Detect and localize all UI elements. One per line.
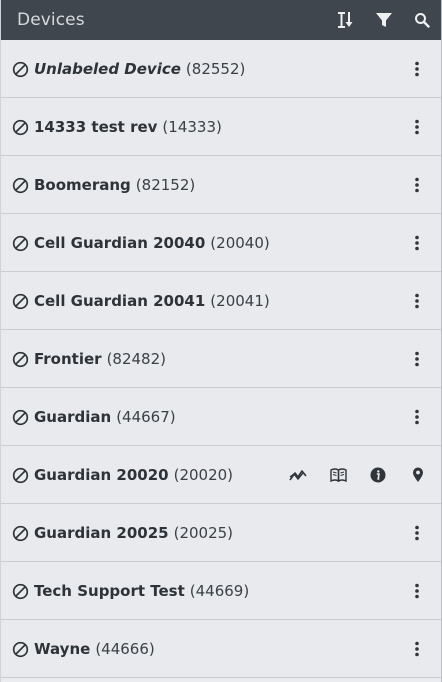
kebab-menu-icon: [415, 177, 419, 193]
more-options-button[interactable]: [407, 405, 427, 429]
device-list: Unlabeled Device (82552) 14333 test rev (14…: [1, 40, 441, 678]
device-row[interactable]: 14333 test rev (14333): [1, 98, 441, 156]
disabled-status-icon: [12, 235, 29, 252]
device-label: Wayne (44666): [34, 620, 155, 678]
device-name: Tech Support Test: [34, 582, 185, 600]
device-label: Guardian 20025 (20025): [34, 504, 233, 562]
info-icon: [370, 467, 386, 483]
device-row[interactable]: Unlabeled Device (82552): [1, 40, 441, 98]
chart-button[interactable]: [286, 463, 310, 487]
location-button[interactable]: [406, 463, 430, 487]
kebab-menu-icon: [415, 119, 419, 135]
logbook-button[interactable]: [326, 463, 350, 487]
info-button[interactable]: [366, 463, 390, 487]
sort-button[interactable]: [327, 0, 365, 40]
disabled-status-icon: [12, 351, 29, 368]
device-name: Guardian 20020: [34, 466, 169, 484]
device-label: Cell Guardian 20041 (20041): [34, 272, 270, 330]
device-label: Guardian 20020 (20020): [34, 446, 233, 504]
device-name: Unlabeled Device: [34, 60, 181, 78]
kebab-menu-icon: [415, 583, 419, 599]
device-name: 14333 test rev: [34, 118, 158, 136]
disabled-status-icon: [12, 177, 29, 194]
sort-icon: [338, 12, 353, 28]
device-id: (82552): [185, 60, 246, 78]
device-row[interactable]: Boomerang (82152): [1, 156, 441, 214]
kebab-menu-icon: [415, 409, 419, 425]
device-id: (20041): [210, 292, 270, 310]
device-label: Cell Guardian 20040 (20040): [34, 214, 270, 272]
device-id: (20040): [210, 234, 270, 252]
device-row[interactable]: Guardian (44667): [1, 388, 441, 446]
device-id: (82152): [135, 176, 196, 194]
device-label: Tech Support Test (44669): [34, 562, 249, 620]
device-name: Frontier: [34, 350, 102, 368]
device-label: Unlabeled Device (82552): [34, 40, 245, 98]
kebab-menu-icon: [415, 235, 419, 251]
chart-icon: [289, 470, 307, 481]
more-options-button[interactable]: [407, 173, 427, 197]
more-options-button[interactable]: [407, 115, 427, 139]
device-id: (82482): [106, 350, 166, 368]
more-options-button[interactable]: [407, 347, 427, 371]
disabled-status-icon: [12, 641, 29, 658]
devices-header: Devices: [1, 0, 441, 40]
kebab-menu-icon: [415, 525, 419, 541]
devices-panel: Devices Unlabeled Device (82552) 14333 t…: [0, 0, 442, 682]
kebab-menu-icon: [415, 351, 419, 367]
device-label: Boomerang (82152): [34, 156, 195, 214]
device-name: Cell Guardian 20041: [34, 292, 206, 310]
disabled-status-icon: [12, 119, 29, 136]
device-label: Guardian (44667): [34, 388, 176, 446]
device-row[interactable]: Guardian 20020 (20020): [1, 446, 441, 504]
device-id: (44667): [116, 408, 176, 426]
header-title: Devices: [17, 10, 85, 30]
device-row[interactable]: Frontier (82482): [1, 330, 441, 388]
device-name: Cell Guardian 20040: [34, 234, 206, 252]
more-options-button[interactable]: [407, 231, 427, 255]
device-label: Frontier (82482): [34, 330, 166, 388]
device-label: 14333 test rev (14333): [34, 98, 222, 156]
kebab-menu-icon: [415, 641, 419, 657]
device-row[interactable]: Wayne (44666): [1, 620, 441, 678]
more-options-button[interactable]: [407, 289, 427, 313]
book-icon: [329, 468, 347, 482]
device-row[interactable]: Tech Support Test (44669): [1, 562, 441, 620]
kebab-menu-icon: [415, 61, 419, 77]
disabled-status-icon: [12, 583, 29, 600]
disabled-status-icon: [12, 61, 29, 78]
device-id: (44669): [189, 582, 250, 600]
more-options-button[interactable]: [407, 57, 427, 81]
search-button[interactable]: [403, 0, 441, 40]
filter-icon: [376, 13, 392, 27]
more-options-button[interactable]: [407, 579, 427, 603]
device-name: Boomerang: [34, 176, 131, 194]
device-name: Guardian: [34, 408, 112, 426]
device-id: (14333): [162, 118, 222, 136]
disabled-status-icon: [12, 293, 29, 310]
device-id: (20020): [173, 466, 234, 484]
more-options-button[interactable]: [407, 521, 427, 545]
device-id: (44666): [95, 640, 155, 658]
filter-button[interactable]: [365, 0, 403, 40]
more-options-button[interactable]: [407, 637, 427, 661]
device-name: Guardian 20025: [34, 524, 169, 542]
search-icon: [415, 13, 430, 28]
device-row[interactable]: Cell Guardian 20041 (20041): [1, 272, 441, 330]
disabled-status-icon: [12, 467, 29, 484]
kebab-menu-icon: [415, 293, 419, 309]
device-id: (20025): [173, 524, 234, 542]
device-name: Wayne: [34, 640, 91, 658]
location-pin-icon: [413, 467, 423, 482]
device-row[interactable]: Guardian 20025 (20025): [1, 504, 441, 562]
disabled-status-icon: [12, 525, 29, 542]
device-row[interactable]: Cell Guardian 20040 (20040): [1, 214, 441, 272]
header-actions: [327, 0, 441, 40]
disabled-status-icon: [12, 409, 29, 426]
